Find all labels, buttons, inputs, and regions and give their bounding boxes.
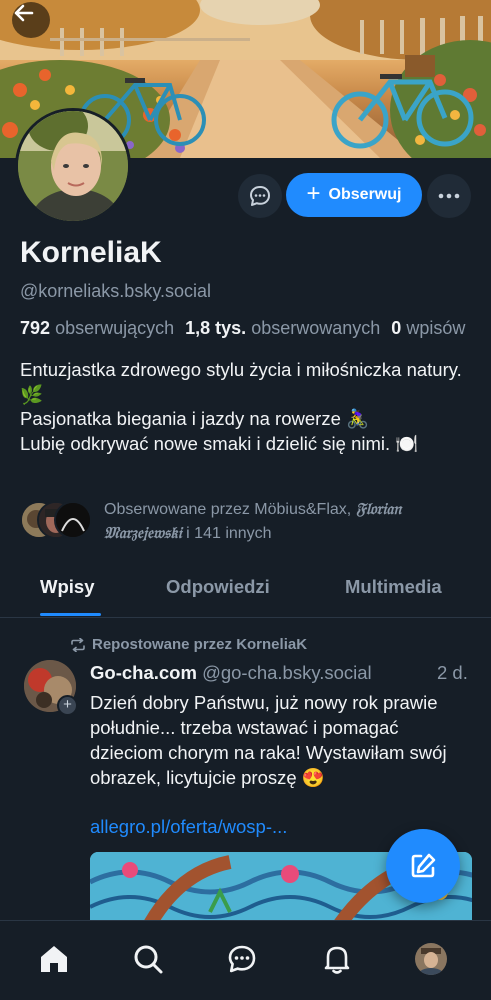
more-options-button[interactable]	[427, 174, 471, 218]
post-link[interactable]: allegro.pl/oferta/wosp-...	[90, 816, 287, 838]
home-icon	[41, 946, 67, 972]
nav-chat[interactable]	[222, 939, 262, 979]
display-name: KorneliaK	[20, 236, 162, 269]
compose-button[interactable]	[386, 829, 460, 903]
post-author-name[interactable]: Go-cha.com	[90, 662, 197, 683]
profile-stats: 792 obserwujących 1,8 tys. obserwowanych…	[20, 318, 491, 339]
ellipsis-icon	[438, 193, 460, 199]
bell-icon	[324, 946, 350, 974]
message-button[interactable]	[238, 174, 282, 218]
tab-media[interactable]: Multimedia	[345, 576, 442, 598]
posts-count: 0	[391, 318, 402, 338]
nav-profile[interactable]	[411, 939, 451, 979]
known-followers-suffix: i 141 innych	[181, 525, 272, 542]
repost-label: Repostowane przez KorneliaK	[92, 636, 308, 653]
post-timestamp[interactable]: 2 d.	[437, 662, 468, 684]
following-label: obserwowanych	[251, 318, 381, 338]
plus-icon: +	[306, 180, 321, 207]
bottom-nav	[0, 920, 491, 1000]
follow-label: Obserwuj	[328, 186, 402, 203]
known-followers-text[interactable]: Obserwowane przez Möbius&Flax, 𝔉𝔩𝔬𝔯𝔦𝔞𝔫 𝔐…	[104, 497, 454, 545]
chat-bubble-icon	[250, 186, 270, 206]
arrow-left-icon	[14, 4, 34, 22]
profile-avatar[interactable]	[15, 108, 131, 224]
post-text: Dzień dobry Państwu, już nowy rok prawie…	[90, 692, 447, 788]
nav-home[interactable]	[34, 939, 74, 979]
repost-icon	[71, 637, 85, 652]
following-count: 1,8 tys.	[185, 318, 247, 338]
profile-avatar-small	[415, 943, 447, 975]
followers-stat[interactable]: 792 obserwujących	[20, 318, 174, 338]
profile-handle: @korneliaks.bsky.social	[20, 281, 212, 301]
known-followers-avatars[interactable]	[20, 501, 92, 541]
chat-icon	[228, 945, 256, 973]
bio-line: Pasjonatka biegania i jazdy na rowerze 🚴…	[20, 408, 370, 429]
bio-line: Lubię odkrywać nowe smaki i dzielić się …	[20, 432, 419, 454]
follower-avatar	[54, 501, 92, 539]
post-header: Go-cha.com @go-cha.bsky.social	[90, 662, 475, 684]
known-followers-prefix: Obserwowane przez Möbius&Flax,	[104, 501, 356, 518]
followers-count: 792	[20, 318, 51, 338]
profile-tabs: Wpisy Odpowiedzi Multimedia	[0, 556, 491, 618]
tab-posts[interactable]: Wpisy	[40, 576, 94, 598]
search-icon	[134, 945, 163, 974]
posts-label: wpisów	[406, 318, 466, 338]
repost-indicator[interactable]: Repostowane przez KorneliaK	[70, 636, 307, 653]
follow-author-badge[interactable]: +	[57, 695, 78, 716]
tab-replies[interactable]: Odpowiedzi	[166, 576, 270, 598]
active-tab-indicator	[40, 613, 101, 616]
bio-line: Entuzjastka zdrowego stylu życia i miłoś…	[20, 359, 467, 405]
nav-notifications[interactable]	[317, 939, 357, 979]
follow-button[interactable]: + Obserwuj	[286, 173, 422, 217]
following-stat[interactable]: 1,8 tys. obserwowanych	[185, 318, 380, 338]
compose-icon	[411, 853, 436, 878]
followers-label: obserwujących	[55, 318, 175, 338]
nav-search[interactable]	[128, 939, 168, 979]
profile-bio: Entuzjastka zdrowego stylu życia i miłoś…	[20, 358, 470, 456]
posts-stat: 0 wpisów	[391, 318, 465, 338]
back-button[interactable]	[12, 2, 50, 38]
post-author-handle[interactable]: @go-cha.bsky.social	[202, 662, 372, 683]
